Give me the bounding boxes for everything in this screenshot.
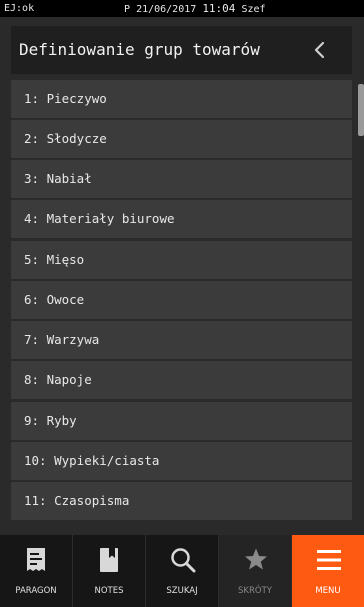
status-date: 21/06/2017 (136, 4, 197, 15)
paragon-label: PARAGON (15, 586, 57, 596)
list-item-label: 9: Ryby (24, 413, 77, 428)
list-item[interactable]: 4: Materiały biurowe (11, 200, 352, 238)
menu-label: MENU (315, 586, 341, 596)
list-item-label: 1: Pieczywo (24, 91, 107, 106)
list-item-label: 8: Napoje (24, 372, 92, 387)
group-list: 1: Pieczywo 2: Słodycze 3: Nabiał 4: Mat… (11, 80, 352, 528)
status-time: 11:04 (202, 2, 236, 15)
search-label: SZUKAJ (166, 586, 198, 596)
notes-label: NOTES (94, 586, 124, 596)
list-item[interactable]: 7: Warzywa (11, 321, 352, 359)
list-item-label: 2: Słodycze (24, 131, 107, 146)
list-item-label: 5: Mięso (24, 252, 85, 267)
list-item[interactable]: 9: Ryby (11, 402, 352, 440)
menu-icon (317, 550, 341, 570)
list-item[interactable]: 6: Owoce (11, 281, 352, 319)
bottom-nav: PARAGON NOTES SZUKAJ SKRÓTY MENU (0, 535, 364, 607)
paragon-button[interactable]: PARAGON (0, 535, 73, 607)
list-item-label: 6: Owoce (24, 292, 85, 307)
list-item-label: 7: Warzywa (24, 332, 100, 347)
status-datetime: P 21/06/2017 11:04 Szef (124, 0, 266, 18)
list-item[interactable]: 8: Napoje (11, 361, 352, 399)
list-item[interactable]: 1: Pieczywo (11, 80, 352, 118)
notes-button[interactable]: NOTES (73, 535, 146, 607)
back-button[interactable] (308, 38, 332, 62)
shortcuts-button[interactable]: SKRÓTY (219, 535, 292, 607)
menu-button[interactable]: MENU (292, 535, 364, 607)
list-item-label: 11: Czasopisma (24, 493, 130, 508)
notebook-icon (100, 548, 118, 572)
status-bar: EJ:ok P 21/06/2017 11:04 Szef (0, 0, 364, 17)
list-item[interactable]: 11: Czasopisma (11, 482, 352, 520)
ej-status: EJ:ok (4, 3, 35, 14)
scrollbar[interactable] (358, 84, 364, 136)
search-icon (171, 548, 196, 573)
printer-mode: P (124, 4, 131, 15)
chevron-left-icon (314, 41, 325, 59)
list-item[interactable]: 10: Wypieki/ciasta (11, 442, 352, 480)
status-user: Szef (241, 4, 266, 15)
list-item-label: 10: Wypieki/ciasta (24, 453, 160, 468)
shortcuts-label: SKRÓTY (238, 586, 272, 596)
list-item[interactable]: 2: Słodycze (11, 120, 352, 158)
receipt-icon (27, 548, 45, 571)
list-item-label: 4: Materiały biurowe (24, 211, 175, 226)
star-icon (245, 548, 267, 570)
list-item-label: 3: Nabiał (24, 171, 92, 186)
page-header: Definiowanie grup towarów (11, 26, 352, 74)
page-title: Definiowanie grup towarów (19, 40, 260, 59)
list-item[interactable]: 3: Nabiał (11, 160, 352, 198)
list-item[interactable]: 5: Mięso (11, 241, 352, 279)
search-button[interactable]: SZUKAJ (146, 535, 219, 607)
